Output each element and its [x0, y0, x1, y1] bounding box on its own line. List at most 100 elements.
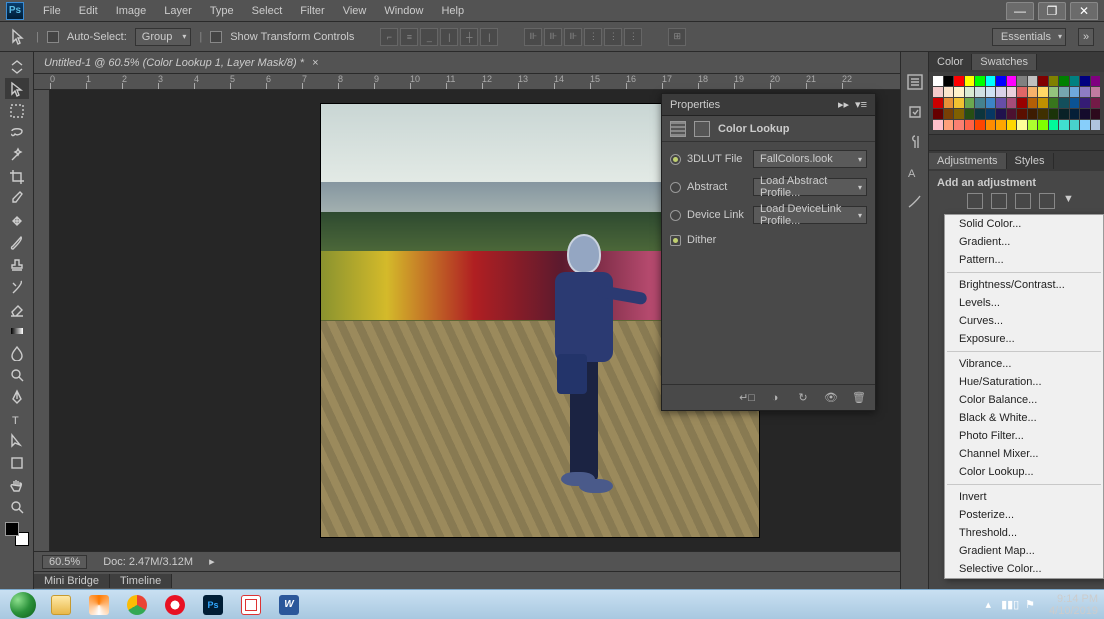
show-hidden-icon[interactable]: ▴	[986, 598, 992, 611]
adj-item-posterize[interactable]: Posterize...	[945, 506, 1103, 524]
history-brush-tool[interactable]	[5, 276, 29, 297]
maximize-button[interactable]: ❐	[1038, 2, 1066, 20]
swatch[interactable]	[965, 109, 975, 119]
path-select-tool[interactable]	[5, 430, 29, 451]
actions-panel-icon[interactable]	[905, 102, 925, 122]
swatch[interactable]	[1007, 76, 1017, 86]
swatch[interactable]	[1091, 120, 1101, 130]
swatch[interactable]	[1059, 109, 1069, 119]
timeline-tab[interactable]: Timeline	[110, 574, 172, 588]
swatch[interactable]	[1007, 109, 1017, 119]
swatch[interactable]	[965, 98, 975, 108]
brush-tool[interactable]	[5, 232, 29, 253]
auto-select-checkbox[interactable]	[47, 31, 59, 43]
swatch[interactable]	[986, 87, 996, 97]
swatch[interactable]	[1038, 98, 1048, 108]
document-tab[interactable]: Untitled-1 @ 60.5% (Color Lookup 1, Laye…	[34, 52, 900, 74]
swatch[interactable]	[1007, 87, 1017, 97]
swatch[interactable]	[1017, 109, 1027, 119]
menu-filter[interactable]: Filter	[291, 3, 333, 19]
swatch[interactable]	[1070, 109, 1080, 119]
swatch[interactable]	[1070, 98, 1080, 108]
swatch[interactable]	[933, 76, 943, 86]
adj-item-selective-color[interactable]: Selective Color...	[945, 560, 1103, 578]
marquee-tool[interactable]	[5, 100, 29, 121]
swatch[interactable]	[1017, 87, 1027, 97]
align-vcenter-icon[interactable]: ≡	[400, 28, 418, 46]
swatch[interactable]	[1049, 76, 1059, 86]
eyedropper-tool[interactable]	[5, 188, 29, 209]
swatch[interactable]	[1038, 87, 1048, 97]
swatches-tab[interactable]: Swatches	[972, 54, 1037, 70]
swatch[interactable]	[954, 87, 964, 97]
curves-icon[interactable]	[1015, 193, 1031, 209]
align-bottom-icon[interactable]: _	[420, 28, 438, 46]
action-center-icon[interactable]: ⚑	[1025, 598, 1039, 612]
swatch[interactable]	[1059, 87, 1069, 97]
swatch[interactable]	[996, 98, 1006, 108]
abstract-dropdown[interactable]: Load Abstract Profile...	[753, 178, 867, 196]
swatch[interactable]	[1091, 109, 1101, 119]
swatch[interactable]	[996, 76, 1006, 86]
swatch[interactable]	[944, 98, 954, 108]
swatch[interactable]	[1017, 120, 1027, 130]
swatch[interactable]	[1049, 98, 1059, 108]
adj-item-threshold[interactable]: Threshold...	[945, 524, 1103, 542]
menu-help[interactable]: Help	[432, 3, 473, 19]
workspace-menu-icon[interactable]: »	[1078, 28, 1094, 46]
swatch[interactable]	[1080, 87, 1090, 97]
swatch[interactable]	[1070, 76, 1080, 86]
lut-dropdown[interactable]: FallColors.look	[753, 150, 867, 168]
swatch[interactable]	[1080, 76, 1090, 86]
pen-tool[interactable]	[5, 386, 29, 407]
history-panel-icon[interactable]	[905, 72, 925, 92]
dist-1-icon[interactable]: ⊪	[524, 28, 542, 46]
dither-checkbox[interactable]	[670, 235, 681, 246]
swatch[interactable]	[954, 76, 964, 86]
tab-toggle-icon[interactable]	[5, 56, 29, 77]
panel-menu-icon[interactable]: ▾≡	[855, 98, 867, 111]
wand-tool[interactable]	[5, 144, 29, 165]
swatch[interactable]	[1049, 120, 1059, 130]
brightness-icon[interactable]	[967, 193, 983, 209]
menu-layer[interactable]: Layer	[155, 3, 201, 19]
start-button[interactable]	[6, 593, 40, 617]
menu-view[interactable]: View	[334, 3, 376, 19]
adj-item-hue-saturation[interactable]: Hue/Saturation...	[945, 373, 1103, 391]
gradient-tool[interactable]	[5, 320, 29, 341]
swatch[interactable]	[954, 120, 964, 130]
swatch[interactable]	[944, 109, 954, 119]
crop-tool[interactable]	[5, 166, 29, 187]
paragraph-panel-icon[interactable]	[905, 132, 925, 152]
auto-align-icon[interactable]: ⊞	[668, 28, 686, 46]
swatch[interactable]	[1007, 98, 1017, 108]
type-tool[interactable]: T	[5, 408, 29, 429]
adj-item-gradient[interactable]: Gradient...	[945, 233, 1103, 251]
swatch[interactable]	[933, 87, 943, 97]
swatch[interactable]	[1091, 98, 1101, 108]
menu-select[interactable]: Select	[243, 3, 292, 19]
swatch[interactable]	[1028, 109, 1038, 119]
color-swatches[interactable]	[5, 522, 29, 546]
word-taskbar-icon[interactable]: W	[272, 593, 306, 617]
swatch[interactable]	[1070, 87, 1080, 97]
photoshop-taskbar-icon[interactable]: Ps	[196, 593, 230, 617]
zoom-field[interactable]: 60.5%	[42, 555, 87, 569]
swatch[interactable]	[1059, 98, 1069, 108]
device-dropdown[interactable]: Load DeviceLink Profile...	[753, 206, 867, 224]
adj-item-pattern[interactable]: Pattern...	[945, 251, 1103, 269]
dist-5-icon[interactable]: ⋮	[604, 28, 622, 46]
menu-image[interactable]: Image	[107, 3, 156, 19]
adj-item-vibrance[interactable]: Vibrance...	[945, 355, 1103, 373]
lasso-tool[interactable]	[5, 122, 29, 143]
swatch[interactable]	[986, 76, 996, 86]
swatch[interactable]	[975, 120, 985, 130]
swatch[interactable]	[996, 87, 1006, 97]
reset-icon[interactable]: ↻	[795, 390, 811, 406]
swatch[interactable]	[1038, 109, 1048, 119]
swatch[interactable]	[1070, 120, 1080, 130]
swatch[interactable]	[965, 120, 975, 130]
swatch[interactable]	[975, 76, 985, 86]
exposure-icon[interactable]	[1039, 193, 1055, 209]
adj-item-solid-color[interactable]: Solid Color...	[945, 215, 1103, 233]
